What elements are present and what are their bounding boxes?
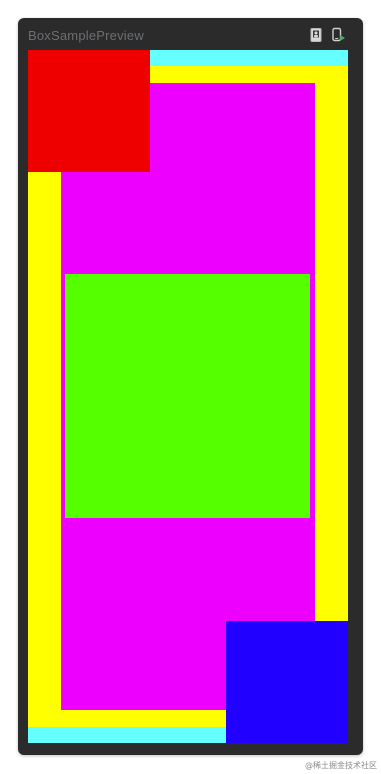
watermark-text: @稀土掘金技术社区 — [305, 761, 377, 770]
blue-box — [226, 621, 348, 743]
preview-panel: BoxSamplePreview — [18, 18, 363, 755]
device-preview-icon[interactable] — [308, 27, 324, 43]
preview-title: BoxSamplePreview — [28, 28, 144, 43]
deploy-preview-icon[interactable] — [330, 27, 346, 43]
red-box — [28, 50, 150, 172]
green-box — [65, 274, 310, 518]
compose-preview-canvas — [28, 50, 348, 743]
